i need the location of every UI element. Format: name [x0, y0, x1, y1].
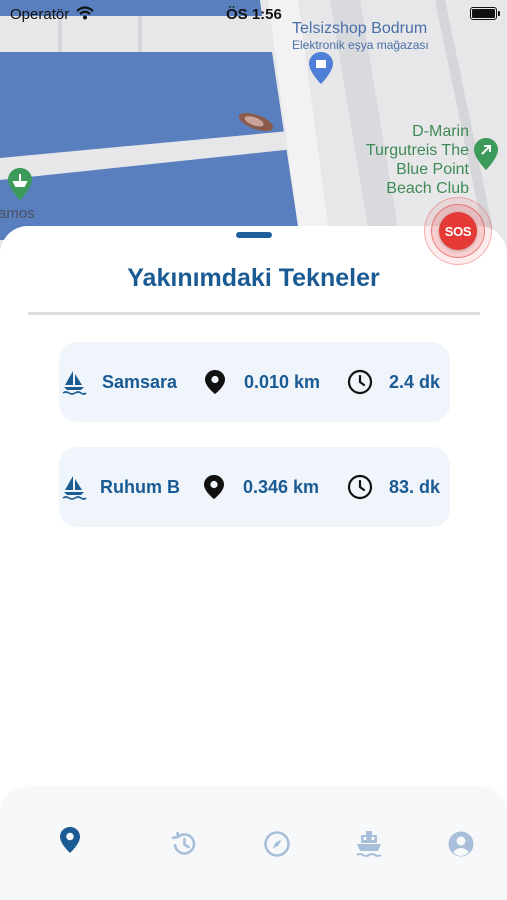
nav-map-tab[interactable] [40, 790, 100, 890]
left-poi-pin-icon[interactable] [8, 168, 32, 200]
clock-icon [347, 447, 373, 527]
sos-button[interactable]: SOS [439, 212, 477, 250]
sailboat-icon [61, 342, 87, 422]
map-label-shop-category: Elektronik eşya mağazası [292, 38, 429, 52]
bottom-nav [0, 790, 507, 900]
sheet-title: Yakınımdaki Tekneler [127, 264, 380, 292]
history-icon [171, 831, 196, 855]
map-pin-icon [60, 827, 80, 853]
wifi-icon [76, 6, 94, 20]
carrier-name: Operatör [10, 6, 70, 23]
map-label-marina-line4: Beach Club [386, 180, 469, 197]
status-bar: Operatör ÖS 1:56 [0, 0, 507, 28]
boat-name: Samsara [102, 371, 178, 392]
compass-icon [264, 831, 290, 857]
map-label-marina: D-Marin Turgutreis The Blue Point Beach … [366, 122, 469, 198]
status-time: ÖS 1:56 [226, 6, 282, 23]
nav-boats-tab[interactable] [339, 794, 399, 894]
boat-distance: 0.010 km [244, 371, 321, 392]
title-divider [28, 312, 480, 315]
boat-name: Ruhum B [100, 476, 180, 497]
map-label-marina-line2: Turgutreis The [365, 142, 469, 159]
clock-icon [347, 342, 373, 422]
profile-icon [448, 831, 474, 857]
map-label-marina-line3: Blue Point [396, 161, 469, 178]
nav-profile-tab[interactable] [431, 794, 491, 894]
boat-card[interactable]: Samsara 0.010 km 2.4 dk [59, 342, 450, 422]
nav-explore-tab[interactable] [247, 794, 307, 894]
location-pin-icon [203, 447, 225, 527]
boat-distance: 0.346 km [243, 476, 320, 497]
boat-eta: 83. dk [389, 476, 441, 497]
nav-history-tab[interactable] [154, 794, 214, 894]
map-label-marina-line1: D-Marin [412, 123, 469, 140]
boat-eta: 2.4 dk [389, 371, 441, 392]
sos-widget: SOS [424, 197, 492, 265]
sheet-drag-handle[interactable] [236, 232, 272, 238]
location-pin-icon [204, 342, 226, 422]
marina-pin-icon[interactable] [474, 138, 498, 170]
sailboat-icon [61, 447, 87, 527]
ferry-icon [356, 831, 382, 857]
shop-pin-icon[interactable] [309, 52, 333, 84]
map-label-left: amos [0, 205, 35, 222]
battery-icon [470, 7, 500, 20]
boat-card[interactable]: Ruhum B 0.346 km 83. dk [59, 447, 450, 527]
